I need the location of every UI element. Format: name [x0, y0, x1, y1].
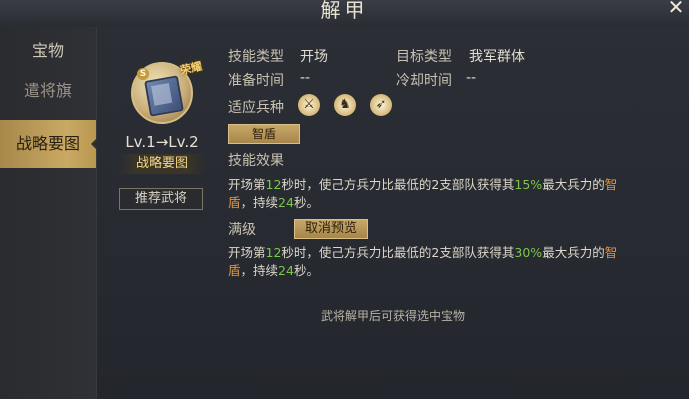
- cavalry-icon: ♞: [334, 94, 356, 116]
- skill-type-label: 技能类型: [228, 49, 284, 65]
- prep-time-label: 准备时间: [228, 73, 284, 89]
- close-icon[interactable]: ✕: [665, 0, 687, 18]
- sidebar-item-strategy-map[interactable]: 战略要图: [0, 120, 97, 168]
- coin-icon: S: [137, 68, 149, 80]
- target-type-value: 我军群体: [469, 49, 525, 65]
- level-text: Lv.1→Lv.2: [125, 133, 199, 151]
- sidebar-item-banner[interactable]: 遣将旗: [0, 67, 96, 115]
- max-level-label: 满级: [228, 222, 256, 238]
- target-type-label: 目标类型: [396, 49, 452, 65]
- bow-icon: ➶: [370, 94, 392, 116]
- cancel-preview-button[interactable]: 取消预览: [294, 219, 368, 239]
- sidebar: 宝物 遣将旗 战略要图: [0, 27, 97, 399]
- troop-type-label: 适应兵种: [228, 100, 284, 116]
- shield-type-tag: 智盾: [228, 124, 300, 144]
- max-effect-description: 开场第12秒时，使己方兵力比最低的2支部队获得其30%最大兵力的智 盾，持续24秒…: [228, 245, 618, 278]
- title-bar: 解甲 ✕: [0, 0, 689, 28]
- book-icon: [144, 75, 184, 117]
- cooldown-value: --: [466, 70, 477, 86]
- cooldown-label: 冷却时间: [396, 73, 452, 89]
- skill-type-value: 开场: [300, 49, 328, 65]
- prep-time-value: --: [300, 70, 311, 86]
- dialog-title: 解甲: [320, 0, 369, 22]
- footer-note: 武将解甲后可获得选中宝物: [320, 309, 465, 323]
- item-name: 战略要图: [119, 154, 205, 174]
- axe-icon: ⚔: [298, 94, 320, 116]
- effect-description: 开场第12秒时，使己方兵力比最低的2支部队获得其15%最大兵力的智 盾，持续24秒…: [228, 177, 618, 210]
- skill-effect-label: 技能效果: [228, 153, 284, 169]
- recommend-general-button[interactable]: 推荐武将: [119, 188, 203, 210]
